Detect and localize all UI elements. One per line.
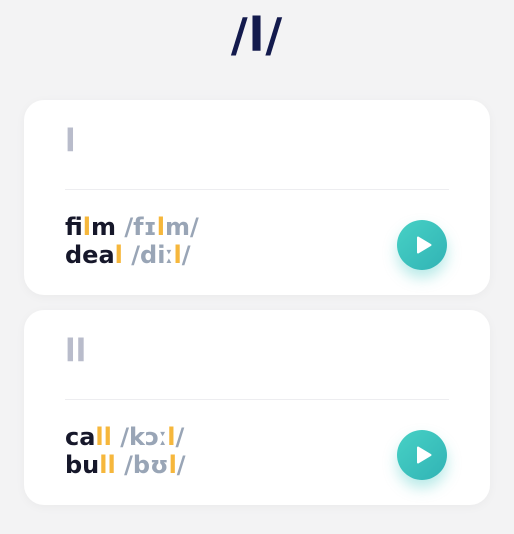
spelling-label: l <box>65 123 76 159</box>
ipa-part: /kɔː <box>111 423 168 451</box>
example-word-call: call /kɔːl/ <box>65 423 186 451</box>
play-icon <box>417 446 432 464</box>
word-part: bu <box>65 451 100 479</box>
word-part: fi <box>65 213 83 241</box>
word-highlight: l <box>114 241 123 269</box>
play-audio-button[interactable] <box>397 430 447 480</box>
ipa-part: /fɪ <box>116 213 157 241</box>
page-title: /l/ <box>230 8 284 62</box>
ipa-highlight: l <box>167 423 176 451</box>
spelling-card-ll: ll call /kɔːl/ bull /bʊl/ <box>24 310 490 505</box>
example-word-film: film /fɪlm/ <box>65 213 199 241</box>
word-highlight: ll <box>95 423 112 451</box>
word-highlight: ll <box>99 451 116 479</box>
ipa-highlight: l <box>156 213 165 241</box>
word-part: dea <box>65 241 115 269</box>
example-word-bull: bull /bʊl/ <box>65 451 186 479</box>
spelling-label: ll <box>65 333 87 369</box>
ipa-highlight: l <box>173 241 182 269</box>
ipa-part: / <box>175 423 185 451</box>
card-divider <box>65 189 449 190</box>
ipa-part: /diː <box>122 241 174 269</box>
ipa-part: / <box>181 241 191 269</box>
ipa-part: / <box>176 451 186 479</box>
example-word-deal: deal /diːl/ <box>65 241 199 269</box>
card-divider <box>65 399 449 400</box>
examples-list: call /kɔːl/ bull /bʊl/ <box>65 423 186 479</box>
word-highlight: l <box>82 213 92 241</box>
play-audio-button[interactable] <box>397 220 447 270</box>
word-part: m <box>91 213 117 241</box>
play-icon <box>417 236 432 254</box>
ipa-highlight: l <box>168 451 177 479</box>
ipa-part: /bʊ <box>115 451 169 479</box>
ipa-part: m/ <box>164 213 199 241</box>
word-part: ca <box>65 423 96 451</box>
examples-list: film /fɪlm/ deal /diːl/ <box>65 213 199 269</box>
spelling-card-l: l film /fɪlm/ deal /diːl/ <box>24 100 490 295</box>
